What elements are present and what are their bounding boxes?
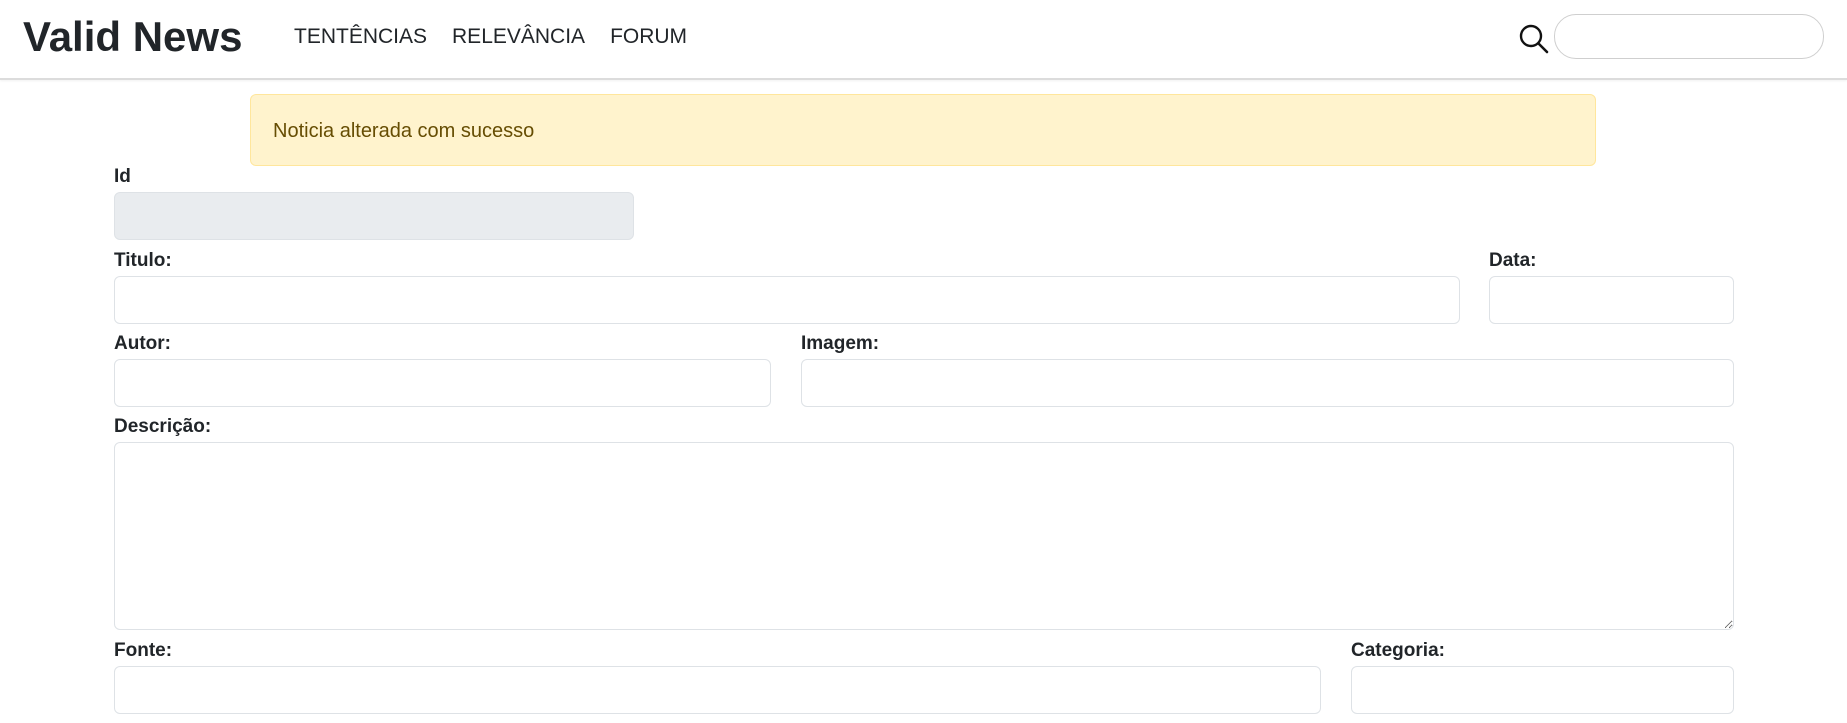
fonte-field[interactable]	[114, 666, 1321, 714]
autor-label: Autor:	[114, 333, 171, 354]
search-icon[interactable]	[1518, 23, 1550, 55]
id-label: Id	[114, 166, 131, 187]
autor-field[interactable]	[114, 359, 771, 407]
categoria-label: Categoria:	[1351, 640, 1445, 661]
descricao-textarea[interactable]	[114, 442, 1734, 630]
titulo-label: Titulo:	[114, 250, 172, 271]
titulo-field[interactable]	[114, 276, 1460, 324]
nav-link-tendencias[interactable]: TENTÊNCIAS	[294, 24, 427, 50]
brand-logo[interactable]: Valid News	[23, 12, 242, 62]
imagem-field[interactable]	[801, 359, 1734, 407]
imagem-label: Imagem:	[801, 333, 880, 354]
success-alert: Noticia alterada com sucesso	[250, 94, 1596, 166]
nav-link-relevancia[interactable]: RELEVÂNCIA	[452, 24, 585, 50]
categoria-field[interactable]	[1351, 666, 1734, 714]
search-input[interactable]	[1554, 14, 1824, 59]
descricao-label: Descrição:	[114, 416, 212, 437]
navbar: Valid News TENTÊNCIAS RELEVÂNCIA FORUM	[0, 0, 1847, 80]
data-field[interactable]	[1489, 276, 1734, 324]
fonte-label: Fonte:	[114, 640, 173, 661]
nav-link-forum[interactable]: FORUM	[610, 24, 687, 50]
data-label: Data:	[1489, 250, 1537, 271]
id-field	[114, 192, 634, 240]
nav-links: TENTÊNCIAS RELEVÂNCIA FORUM	[294, 24, 687, 50]
